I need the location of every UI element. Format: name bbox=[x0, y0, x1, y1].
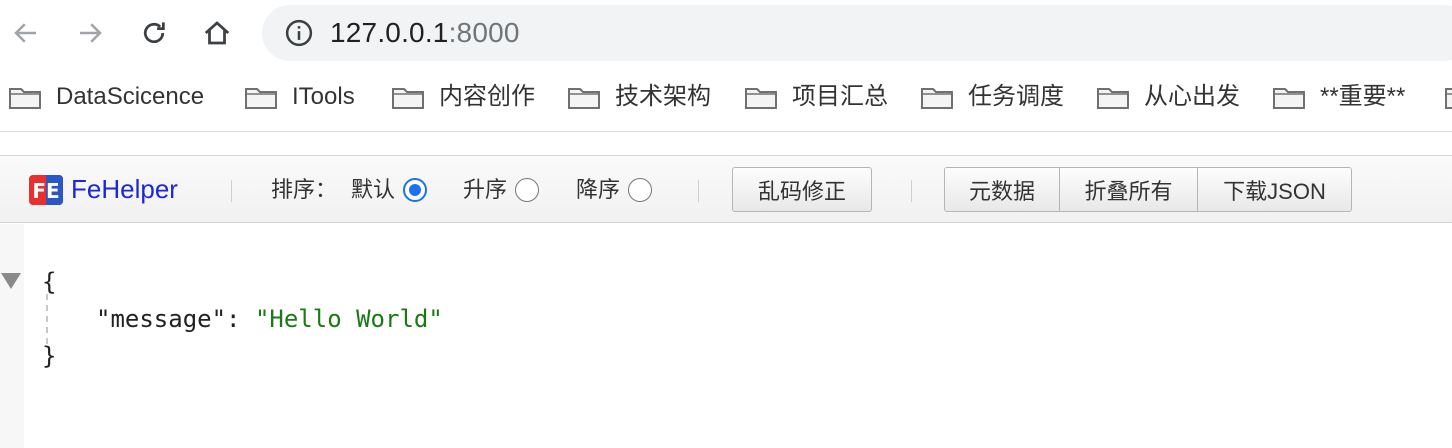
reload-button[interactable] bbox=[134, 13, 174, 53]
folder-icon bbox=[9, 88, 41, 109]
sort-asc-radio[interactable] bbox=[515, 178, 540, 202]
back-button[interactable] bbox=[6, 13, 46, 53]
folder-icon bbox=[568, 88, 600, 109]
bookmark-folder-overflow[interactable] bbox=[1444, 80, 1452, 114]
sort-asc-label: 升序 bbox=[463, 177, 508, 202]
fehelper-logo-text: FE bbox=[32, 179, 59, 203]
json-close-brace: } bbox=[42, 342, 57, 370]
reload-icon bbox=[143, 22, 165, 44]
metadata-button[interactable]: 元数据 bbox=[945, 168, 1059, 211]
bookmark-folder-content[interactable]: 内容创作 bbox=[391, 80, 535, 114]
home-icon bbox=[204, 21, 230, 45]
collapse-all-button[interactable]: 折叠所有 bbox=[1059, 168, 1197, 211]
folder-icon bbox=[921, 88, 953, 109]
bookmark-folder-important[interactable]: **重要** bbox=[1272, 80, 1405, 114]
forward-icon bbox=[80, 23, 102, 43]
fehelper-title[interactable]: FeHelper bbox=[71, 173, 178, 205]
download-json-button[interactable]: 下载JSON bbox=[1197, 168, 1351, 211]
json-actions-group: 元数据 折叠所有 下载JSON bbox=[944, 167, 1352, 212]
fehelper-logo-icon: FE bbox=[29, 175, 63, 205]
json-key: "message" bbox=[96, 305, 227, 333]
folder-icon bbox=[1273, 88, 1305, 109]
address-bar[interactable]: 127.0.0.1:8000 bbox=[262, 5, 1452, 61]
info-icon[interactable] bbox=[284, 18, 314, 48]
bookmark-label: 技术架构 bbox=[615, 83, 711, 110]
separator bbox=[231, 180, 232, 202]
folder-icon bbox=[392, 88, 424, 109]
forward-button[interactable] bbox=[70, 13, 110, 53]
sort-desc-radio[interactable] bbox=[628, 178, 653, 202]
home-button[interactable] bbox=[197, 13, 237, 53]
address-text[interactable]: 127.0.0.1:8000 bbox=[330, 18, 520, 48]
separator bbox=[698, 180, 699, 202]
json-gutter bbox=[0, 224, 24, 448]
folder-icon bbox=[1097, 88, 1129, 109]
back-icon bbox=[14, 23, 36, 43]
address-host: 127.0.0.1 bbox=[330, 17, 449, 48]
bookmark-label: 任务调度 bbox=[968, 83, 1064, 110]
separator bbox=[911, 180, 912, 202]
json-open-brace: { bbox=[42, 268, 57, 296]
bookmark-folder-projects[interactable]: 项目汇总 bbox=[744, 80, 888, 114]
sort-default-radio[interactable] bbox=[403, 178, 428, 202]
browser-toolbar: 127.0.0.1:8000 bbox=[0, 0, 1452, 66]
json-colon: : bbox=[226, 305, 255, 333]
bookmark-label: 内容创作 bbox=[439, 83, 535, 110]
fix-encoding-button[interactable]: 乱码修正 bbox=[732, 167, 872, 212]
bookmark-label: 项目汇总 bbox=[792, 83, 888, 110]
bookmark-label: **重要** bbox=[1320, 83, 1406, 110]
address-port: :8000 bbox=[448, 17, 520, 48]
collapse-toggle-icon[interactable] bbox=[0, 271, 22, 291]
folder-icon bbox=[745, 88, 777, 109]
sort-desc-label: 降序 bbox=[576, 177, 621, 202]
sort-default-option[interactable]: 默认 bbox=[351, 174, 428, 206]
bookmarks-bar: DataScicence ITools 内容创作 技术架构 项目汇总 任务调度 … bbox=[0, 66, 1452, 132]
sort-default-label: 默认 bbox=[351, 177, 396, 202]
sort-asc-option[interactable]: 升序 bbox=[463, 174, 540, 206]
bookmark-folder-architecture[interactable]: 技术架构 bbox=[567, 80, 711, 114]
sort-label: 排序： bbox=[271, 177, 338, 202]
json-entry: "message": "Hello World" bbox=[96, 300, 443, 338]
bookmark-folder-heart[interactable]: 从心出发 bbox=[1096, 80, 1240, 114]
fehelper-toolbar: FE FeHelper 排序： 默认 升序 降序 乱码修正 元数据 折叠所有 下… bbox=[0, 155, 1452, 223]
sort-desc-option[interactable]: 降序 bbox=[576, 174, 653, 206]
folder-icon bbox=[1445, 88, 1452, 109]
bookmark-folder-datascicence[interactable]: DataScicence bbox=[8, 80, 204, 114]
bookmark-label: 从心出发 bbox=[1144, 83, 1240, 110]
bookmark-label: DataScicence bbox=[56, 83, 205, 110]
folder-icon bbox=[245, 88, 277, 109]
bookmark-label: ITools bbox=[292, 83, 355, 110]
bookmark-folder-itools[interactable]: ITools bbox=[244, 80, 355, 114]
json-string-value: "Hello World" bbox=[254, 305, 443, 333]
bookmark-folder-scheduling[interactable]: 任务调度 bbox=[920, 80, 1064, 114]
